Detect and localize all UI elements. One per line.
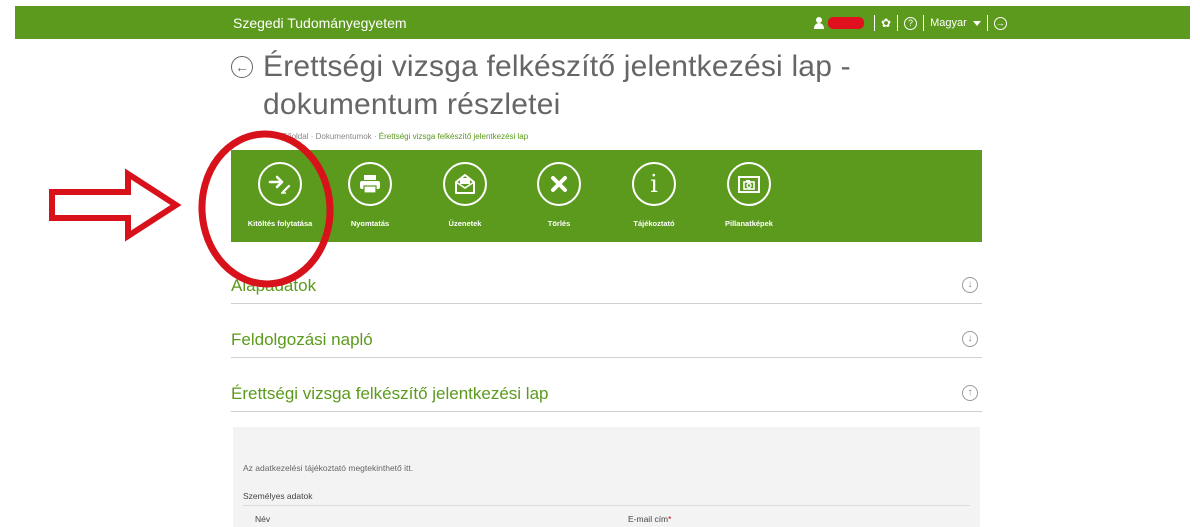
messages-label: Üzenetek: [448, 219, 482, 228]
user-name-redacted[interactable]: [828, 17, 864, 29]
snapshots-label: Pillanatképek: [725, 219, 773, 228]
collapse-icon[interactable]: ↑: [962, 385, 978, 401]
info-label: Tájékoztató: [633, 219, 675, 228]
section-title: Alapadatok: [231, 276, 317, 295]
page-title: Érettségi vizsga felkészítő jelentkezési…: [263, 50, 851, 121]
university-name[interactable]: Szegedi Tudományegyetem: [233, 15, 407, 31]
privacy-info-link[interactable]: Az adatkezelési tájékoztató megtekinthet…: [243, 463, 413, 473]
delete-label: Törlés: [547, 219, 571, 228]
email-label-text: E-mail cím: [628, 514, 669, 524]
snapshots-button[interactable]: Pillanatképek: [704, 162, 794, 228]
continue-fill-icon: [258, 162, 302, 206]
section-title: Érettségi vizsga felkészítő jelentkezési…: [231, 384, 549, 403]
divider: [923, 15, 925, 31]
chevron-down-icon[interactable]: [972, 20, 981, 26]
breadcrumb-ellipsis[interactable]: ···: [272, 132, 280, 141]
top-bar-background: [15, 6, 1190, 39]
back-arrow-icon[interactable]: ←: [231, 56, 253, 78]
breadcrumb: ··· Főoldal · Dokumentumok · Érettségi v…: [272, 132, 528, 141]
expand-icon[interactable]: ↓: [962, 331, 978, 347]
top-bar-controls: ✿ ? Magyar →: [814, 14, 1007, 32]
expand-icon[interactable]: ↓: [962, 277, 978, 293]
section-basic-data[interactable]: Alapadatok ↓: [231, 270, 982, 304]
gear-icon[interactable]: ✿: [881, 16, 891, 30]
section-title: Feldolgozási napló: [231, 330, 373, 349]
continue-fill-button[interactable]: Kitöltés folytatása: [235, 162, 325, 228]
breadcrumb-separator: ·: [373, 132, 377, 141]
info-button[interactable]: i Tájékoztató: [609, 162, 699, 228]
printer-icon: [348, 162, 392, 206]
required-mark: *: [668, 514, 672, 524]
delete-icon: [537, 162, 581, 206]
messages-icon: [443, 162, 487, 206]
user-icon[interactable]: [814, 17, 824, 29]
language-select[interactable]: Magyar: [930, 17, 967, 29]
form-field-row: Név E-mail cím*: [243, 505, 970, 527]
snapshot-icon: [727, 162, 771, 206]
action-toolbar: Kitöltés folytatása Nyomtatás Üzenetek T…: [231, 150, 982, 242]
name-field-label: Név: [255, 514, 271, 524]
help-icon[interactable]: ?: [904, 16, 918, 30]
continue-fill-label: Kitöltés folytatása: [247, 219, 313, 228]
breadcrumb-documents[interactable]: Dokumentumok: [316, 132, 372, 141]
breadcrumb-separator: ·: [310, 132, 314, 141]
section-application-form[interactable]: Érettségi vizsga felkészítő jelentkezési…: [231, 378, 982, 412]
email-field-label: E-mail cím*: [628, 514, 671, 524]
annotation-arrow: [49, 168, 182, 242]
delete-button[interactable]: Törlés: [514, 162, 604, 228]
top-bar: [0, 0, 1200, 40]
breadcrumb-home[interactable]: Főoldal: [282, 132, 308, 141]
breadcrumb-current: Érettségi vizsga felkészítő jelentkezési…: [378, 132, 529, 141]
form-panel: Az adatkezelési tájékoztató megtekinthet…: [233, 427, 980, 527]
print-button[interactable]: Nyomtatás: [325, 162, 415, 228]
divider: [897, 15, 899, 31]
logout-icon[interactable]: →: [993, 16, 1007, 30]
divider: [874, 15, 875, 31]
personal-data-heading: Személyes adatok: [243, 491, 313, 501]
section-processing-log[interactable]: Feldolgozási napló ↓: [231, 324, 982, 358]
divider: [986, 15, 988, 31]
info-icon: i: [632, 162, 676, 206]
print-label: Nyomtatás: [350, 219, 390, 228]
messages-button[interactable]: Üzenetek: [420, 162, 510, 228]
